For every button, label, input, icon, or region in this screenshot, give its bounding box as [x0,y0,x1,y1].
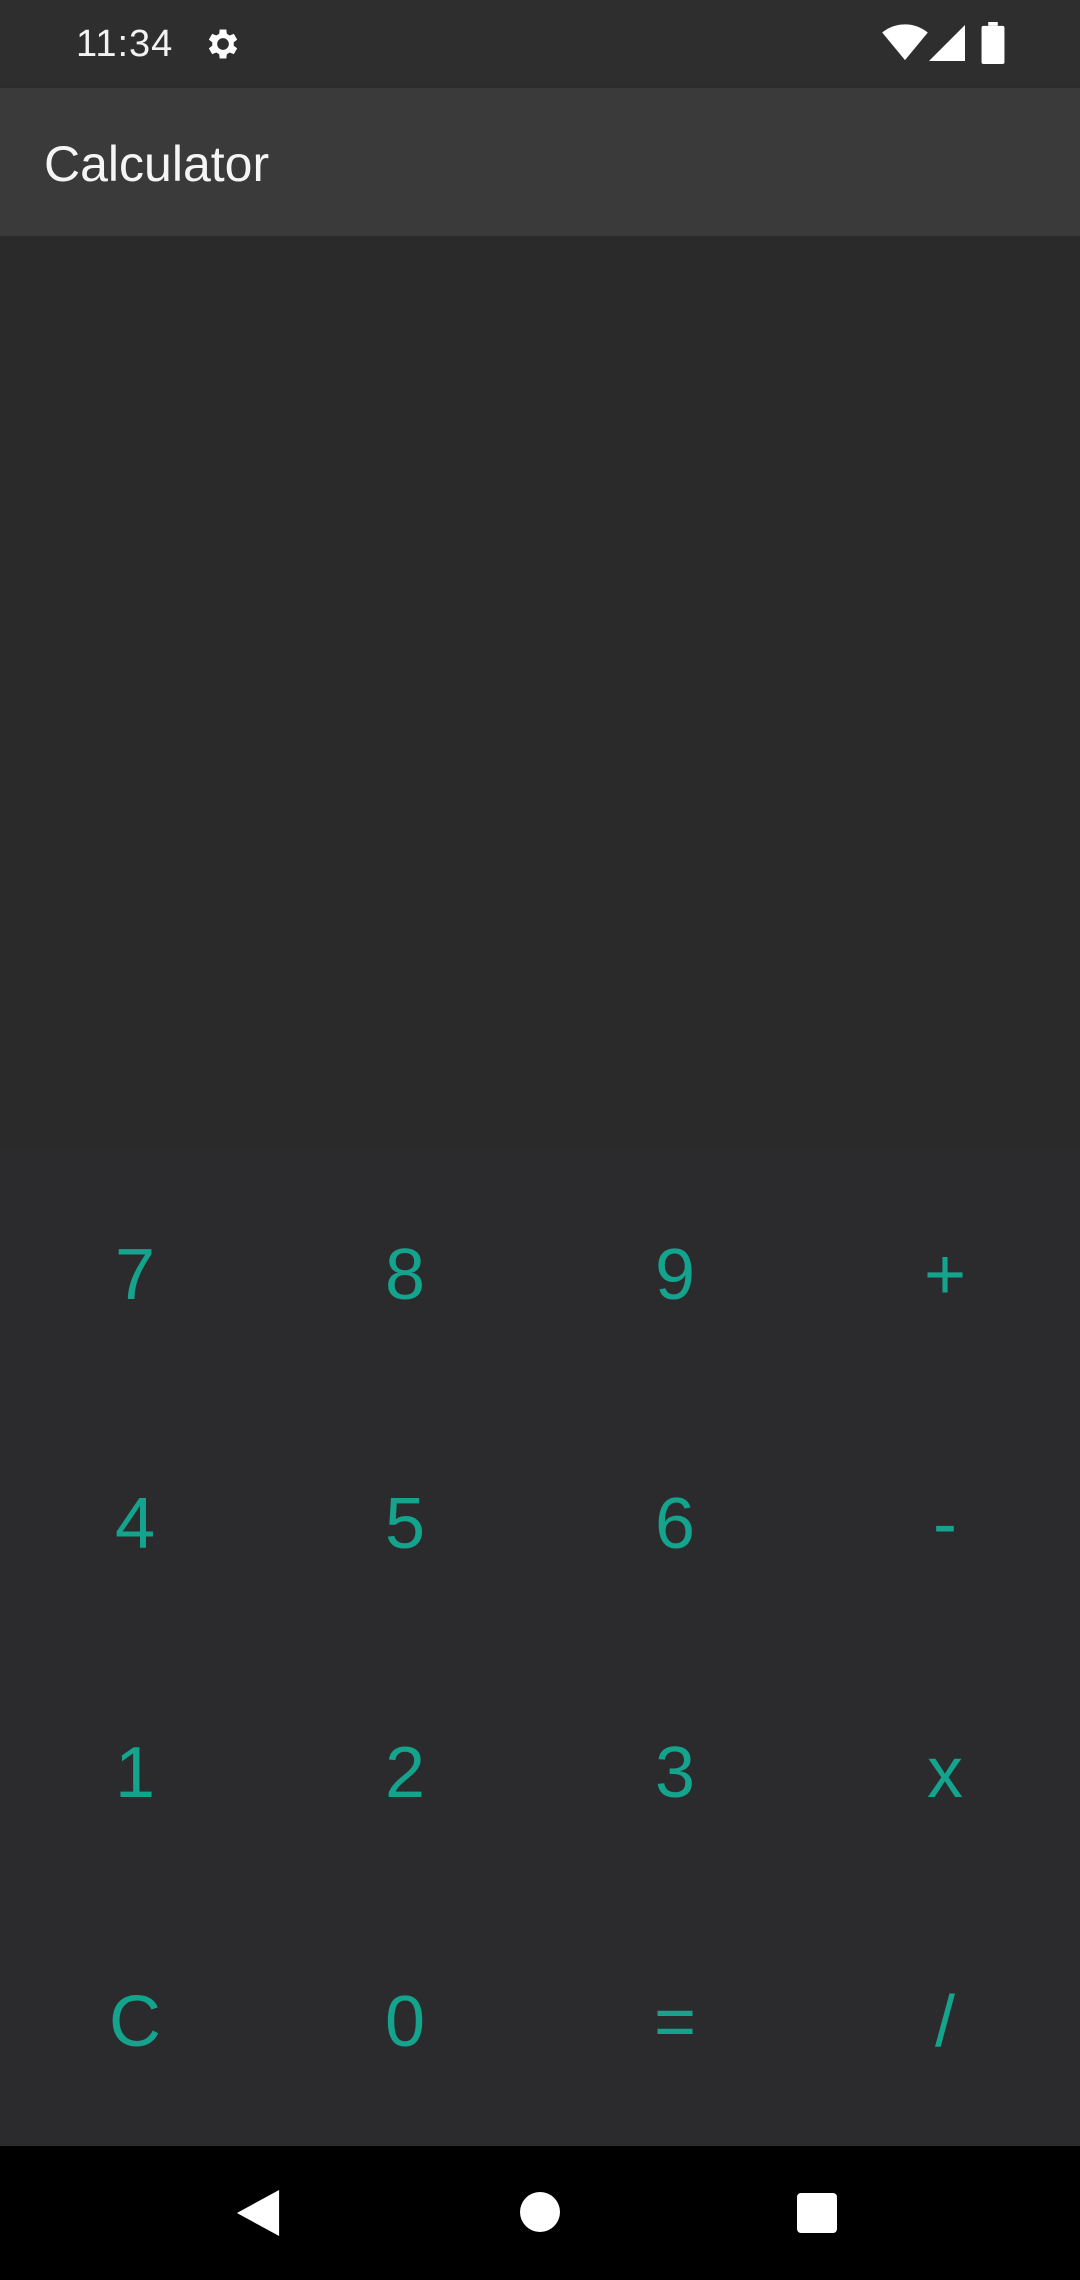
key-2[interactable]: 2 [270,1648,540,1897]
key-6[interactable]: 6 [540,1399,810,1648]
recents-icon[interactable] [797,2193,837,2233]
wifi-icon [882,24,928,61]
home-icon[interactable] [520,2192,560,2232]
key-3[interactable]: 3 [540,1648,810,1897]
key-7[interactable]: 7 [0,1150,270,1399]
battery-icon [981,22,1005,64]
key-divide[interactable]: / [810,1897,1080,2146]
calculator-screen: 11:34 Calculator 7 8 9 + 4 5 6 - 1 2 3 x… [0,0,1080,2280]
status-time: 11:34 [76,23,174,65]
status-bar: 11:34 [0,0,1080,88]
gear-icon [208,29,238,59]
navigation-bar [0,2146,1080,2280]
calculator-display [0,236,1080,1150]
back-icon[interactable] [236,2190,280,2236]
key-0[interactable]: 0 [270,1897,540,2146]
app-title: Calculator [44,136,270,192]
key-8[interactable]: 8 [270,1150,540,1399]
key-equals[interactable]: = [540,1897,810,2146]
key-multiply[interactable]: x [810,1648,1080,1897]
key-minus[interactable]: - [810,1399,1080,1648]
key-clear[interactable]: C [0,1897,270,2146]
key-1[interactable]: 1 [0,1648,270,1897]
key-plus[interactable]: + [810,1150,1080,1399]
key-5[interactable]: 5 [270,1399,540,1648]
app-bar: Calculator [0,88,1080,236]
keypad: 7 8 9 + 4 5 6 - 1 2 3 x C 0 = / [0,1150,1080,2146]
key-4[interactable]: 4 [0,1399,270,1648]
key-9[interactable]: 9 [540,1150,810,1399]
signal-icon [929,25,965,61]
